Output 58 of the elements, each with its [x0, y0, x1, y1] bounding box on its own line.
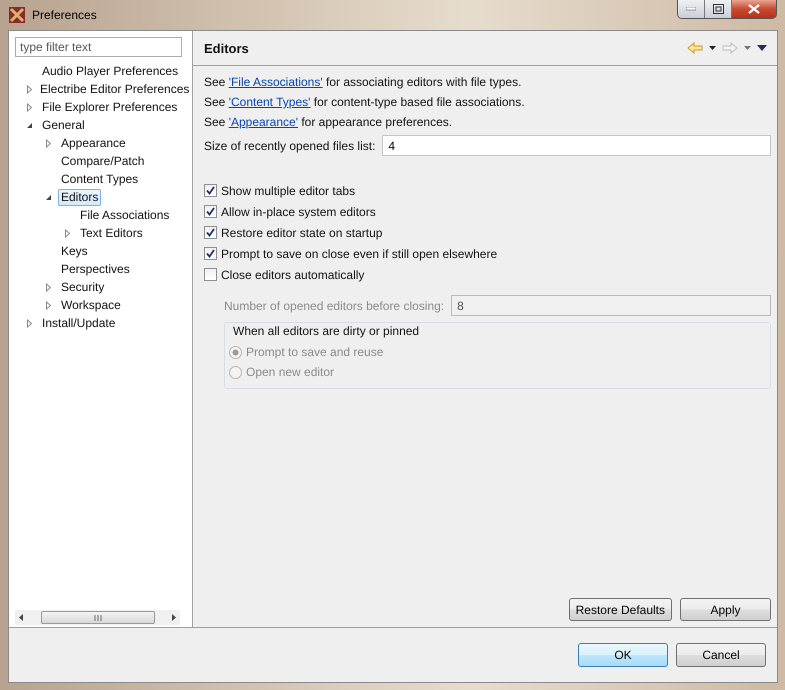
link[interactable]: 'Appearance': [228, 115, 298, 129]
tree-item[interactable]: Compare/Patch: [58, 152, 148, 170]
page-title: Editors: [204, 40, 249, 56]
back-arrow-icon[interactable]: [687, 42, 703, 54]
scroll-left-icon[interactable]: [19, 614, 24, 621]
window-title: Preferences: [32, 8, 98, 22]
radio-dot: [232, 348, 239, 356]
tree-item[interactable]: Editors: [58, 188, 102, 206]
apply-button[interactable]: Apply: [680, 598, 771, 621]
link[interactable]: 'Content Types': [228, 95, 310, 109]
description-text: See 'Appearance' for appearance preferences.: [204, 114, 454, 131]
app-icon: [8, 6, 26, 24]
tree-item[interactable]: Text Editors: [77, 224, 146, 242]
checkbox-label[interactable]: Show multiple editor tabs: [221, 184, 356, 198]
tree-item[interactable]: File Explorer Preferences: [39, 98, 180, 116]
tree-item[interactable]: Install/Update: [39, 314, 118, 332]
tree-item[interactable]: Electribe Editor Preferences: [37, 80, 192, 98]
dropdown-icon[interactable]: [709, 46, 716, 50]
description-text: See 'File Associations' for associating editors with file types.: [204, 74, 522, 91]
checkbox-label[interactable]: Allow in-place system editors: [221, 204, 376, 218]
checkbox[interactable]: [204, 226, 217, 239]
tree-item[interactable]: General: [39, 116, 88, 134]
checkbox-label[interactable]: Restore editor state on startup: [221, 226, 382, 240]
description-text: See 'Content Types' for content-type based file associations.: [204, 94, 526, 111]
tree-item[interactable]: Audio Player Preferences: [39, 62, 182, 80]
close-icon: [748, 4, 760, 14]
checkbox[interactable]: [204, 205, 217, 218]
field-label: Number of opened editors before closing:: [224, 298, 444, 312]
checkbox-label[interactable]: Close editors automatically: [221, 268, 364, 282]
link[interactable]: 'File Associations': [228, 75, 323, 89]
tree-item[interactable]: Workspace: [58, 296, 124, 314]
maximize-icon: [712, 4, 724, 14]
field-label: Size of recently opened files list:: [204, 138, 376, 152]
checkbox-label[interactable]: Prompt to save on close even if still open elsewhere: [221, 246, 498, 260]
checkbox[interactable]: [204, 184, 217, 197]
tree-item[interactable]: Security: [58, 278, 108, 296]
recent-files-size-field[interactable]: 4: [382, 135, 771, 156]
view-menu-icon[interactable]: [757, 45, 767, 51]
filter-field[interactable]: type filter text: [15, 37, 182, 57]
scroll-right-icon[interactable]: [171, 614, 176, 621]
minimize-icon: [686, 7, 696, 11]
tree-item[interactable]: Perspectives: [58, 260, 133, 278]
cancel-button[interactable]: Cancel: [676, 643, 766, 667]
close-button[interactable]: [732, 0, 776, 18]
ok-button[interactable]: OK: [578, 643, 668, 667]
tree-item[interactable]: Content Types: [58, 170, 142, 188]
group-title: When all editors are dirty or pinned: [232, 323, 420, 340]
minimize-button[interactable]: [678, 0, 705, 18]
scroll-thumb[interactable]: [40, 611, 154, 624]
tree-item[interactable]: Keys: [58, 242, 91, 260]
maximize-button[interactable]: [705, 0, 732, 18]
checkbox[interactable]: [204, 268, 217, 281]
checkbox[interactable]: [204, 247, 217, 260]
tree-item[interactable]: Appearance: [58, 134, 129, 152]
horizontal-scrollbar[interactable]: [15, 610, 180, 625]
expand-arrow-icon[interactable]: [25, 84, 34, 94]
tree-item[interactable]: File Associations: [77, 206, 172, 224]
restore-defaults-button[interactable]: Restore Defaults: [568, 598, 672, 621]
